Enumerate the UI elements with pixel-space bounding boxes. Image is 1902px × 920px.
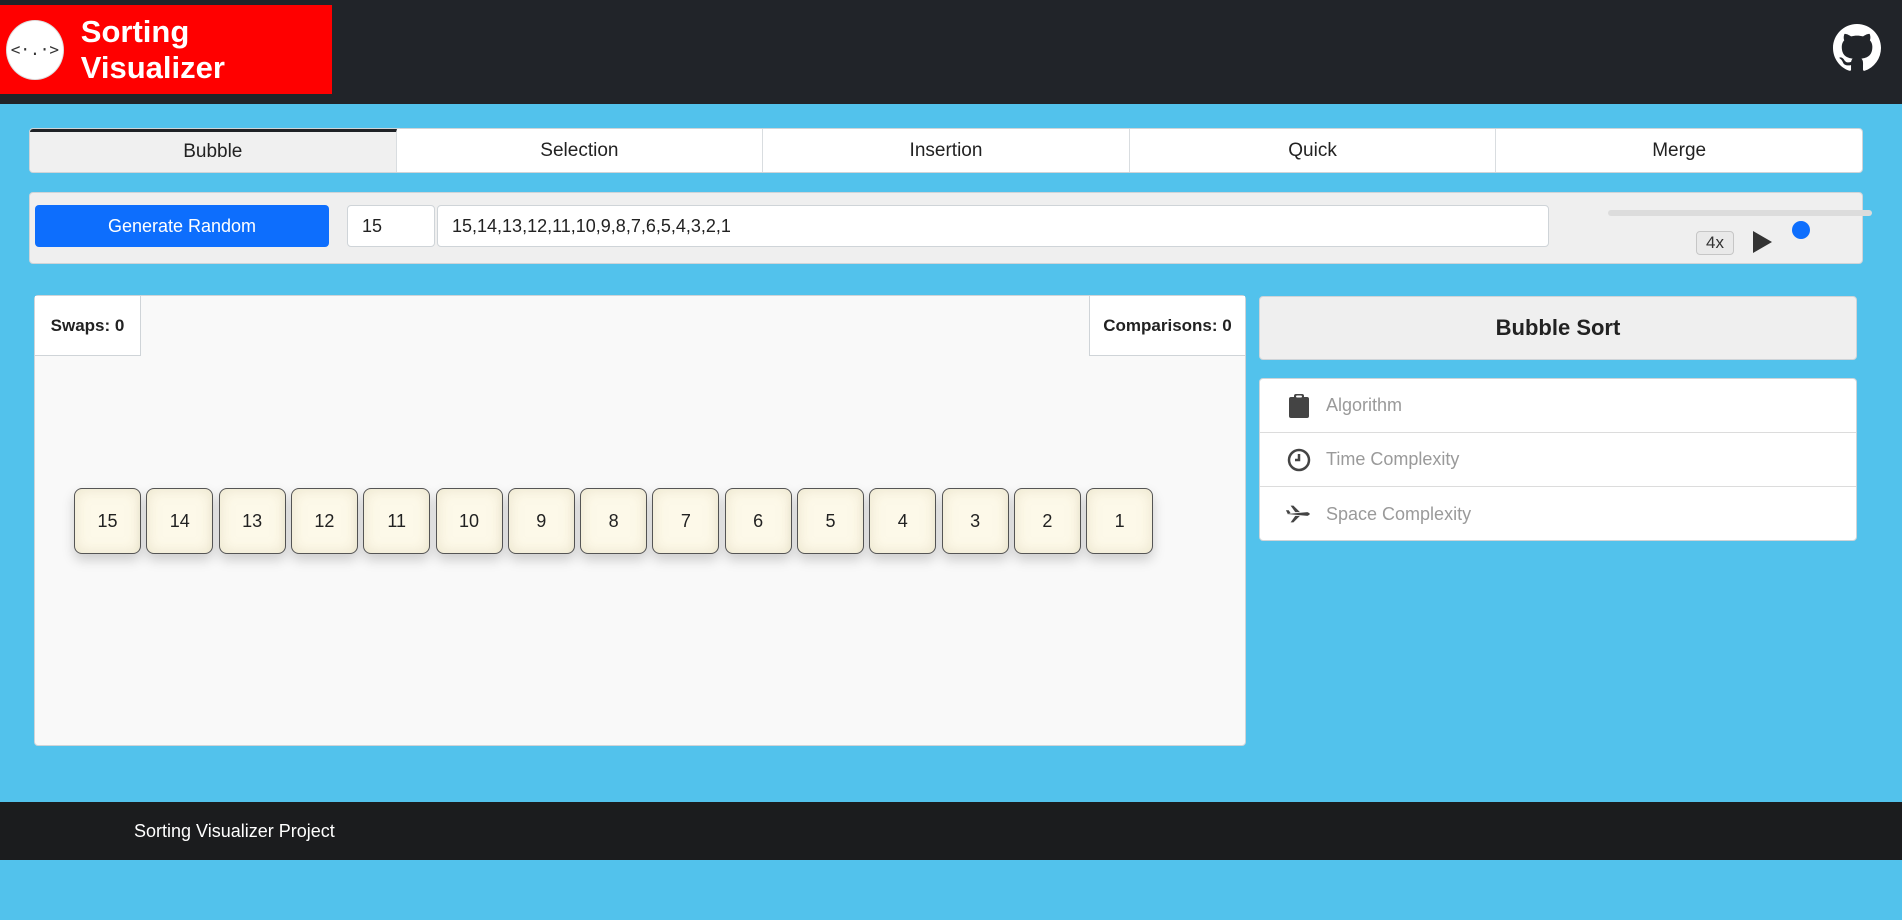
app-title: Sorting Visualizer xyxy=(80,13,225,85)
plane-icon xyxy=(1285,500,1313,528)
array-element: 1 xyxy=(1086,488,1154,554)
generate-random-button[interactable]: Generate Random xyxy=(35,205,329,247)
comparisons-counter: Comparisons: 0 xyxy=(1089,296,1245,356)
speed-label: 4x xyxy=(1696,231,1734,255)
clock-icon xyxy=(1285,446,1313,474)
info-item-time-complexity[interactable]: Time Complexity xyxy=(1260,433,1856,487)
speed-slider[interactable] xyxy=(1608,210,1872,239)
info-item-label: Time Complexity xyxy=(1326,449,1460,469)
info-item-label: Algorithm xyxy=(1326,395,1403,415)
tab-quick[interactable]: Quick xyxy=(1130,129,1497,172)
visualization-area: Swaps: 0 Comparisons: 0 15 14 13 12 11 10 9 8 7 6… xyxy=(34,295,1246,746)
info-item-space-complexity[interactable]: Space Complexity xyxy=(1260,487,1856,541)
controls-panel: Generate Random 4x xyxy=(29,192,1872,264)
tab-merge[interactable]: Merge xyxy=(1496,129,1862,172)
speed-slider-thumb[interactable] xyxy=(1791,221,1810,239)
swaps-counter: Swaps: 0 xyxy=(35,296,141,356)
footer: Sorting Visualizer Project xyxy=(0,802,1902,860)
array-element: 9 xyxy=(507,488,575,554)
array-element: 14 xyxy=(146,488,214,554)
array-element: 5 xyxy=(797,488,864,554)
brand[interactable]: <·.·> Sorting Visualizer xyxy=(0,5,332,94)
info-item-label: Space Complexity xyxy=(1326,503,1472,524)
clipboard-icon xyxy=(1285,392,1313,420)
array-element: 15 xyxy=(74,488,141,554)
array-element: 12 xyxy=(290,488,358,554)
array-values-input[interactable] xyxy=(437,205,1549,247)
array-element: 13 xyxy=(218,488,286,554)
info-item-algorithm[interactable]: Algorithm xyxy=(1260,379,1856,433)
footer-text: Sorting Visualizer Project xyxy=(134,820,335,841)
algorithm-tabs: Bubble Selection Insertion Quick Merge xyxy=(29,128,1863,173)
tab-insertion[interactable]: Insertion xyxy=(763,129,1130,172)
array-element: 6 xyxy=(724,488,792,554)
tab-selection[interactable]: Selection xyxy=(397,129,764,172)
array-element: 4 xyxy=(869,488,937,554)
array-element: 2 xyxy=(1013,488,1081,554)
array-element: 3 xyxy=(941,488,1009,554)
algorithm-info-list: Algorithm Time Complexity Space Complexi… xyxy=(1259,378,1857,541)
play-icon[interactable] xyxy=(1750,229,1774,255)
algorithm-title: Bubble Sort xyxy=(1259,296,1857,360)
github-icon[interactable] xyxy=(1833,24,1881,72)
speed-panel: 4x xyxy=(1578,193,1872,263)
logo-icon: <·.·> xyxy=(6,19,64,80)
navbar: <·.·> Sorting Visualizer xyxy=(0,0,1902,104)
array-element: 11 xyxy=(363,488,431,554)
array-size-input[interactable] xyxy=(347,205,435,247)
array-element: 10 xyxy=(435,488,503,554)
tab-bubble[interactable]: Bubble xyxy=(30,129,397,172)
array-element: 8 xyxy=(580,488,648,554)
array-element: 7 xyxy=(652,488,720,554)
